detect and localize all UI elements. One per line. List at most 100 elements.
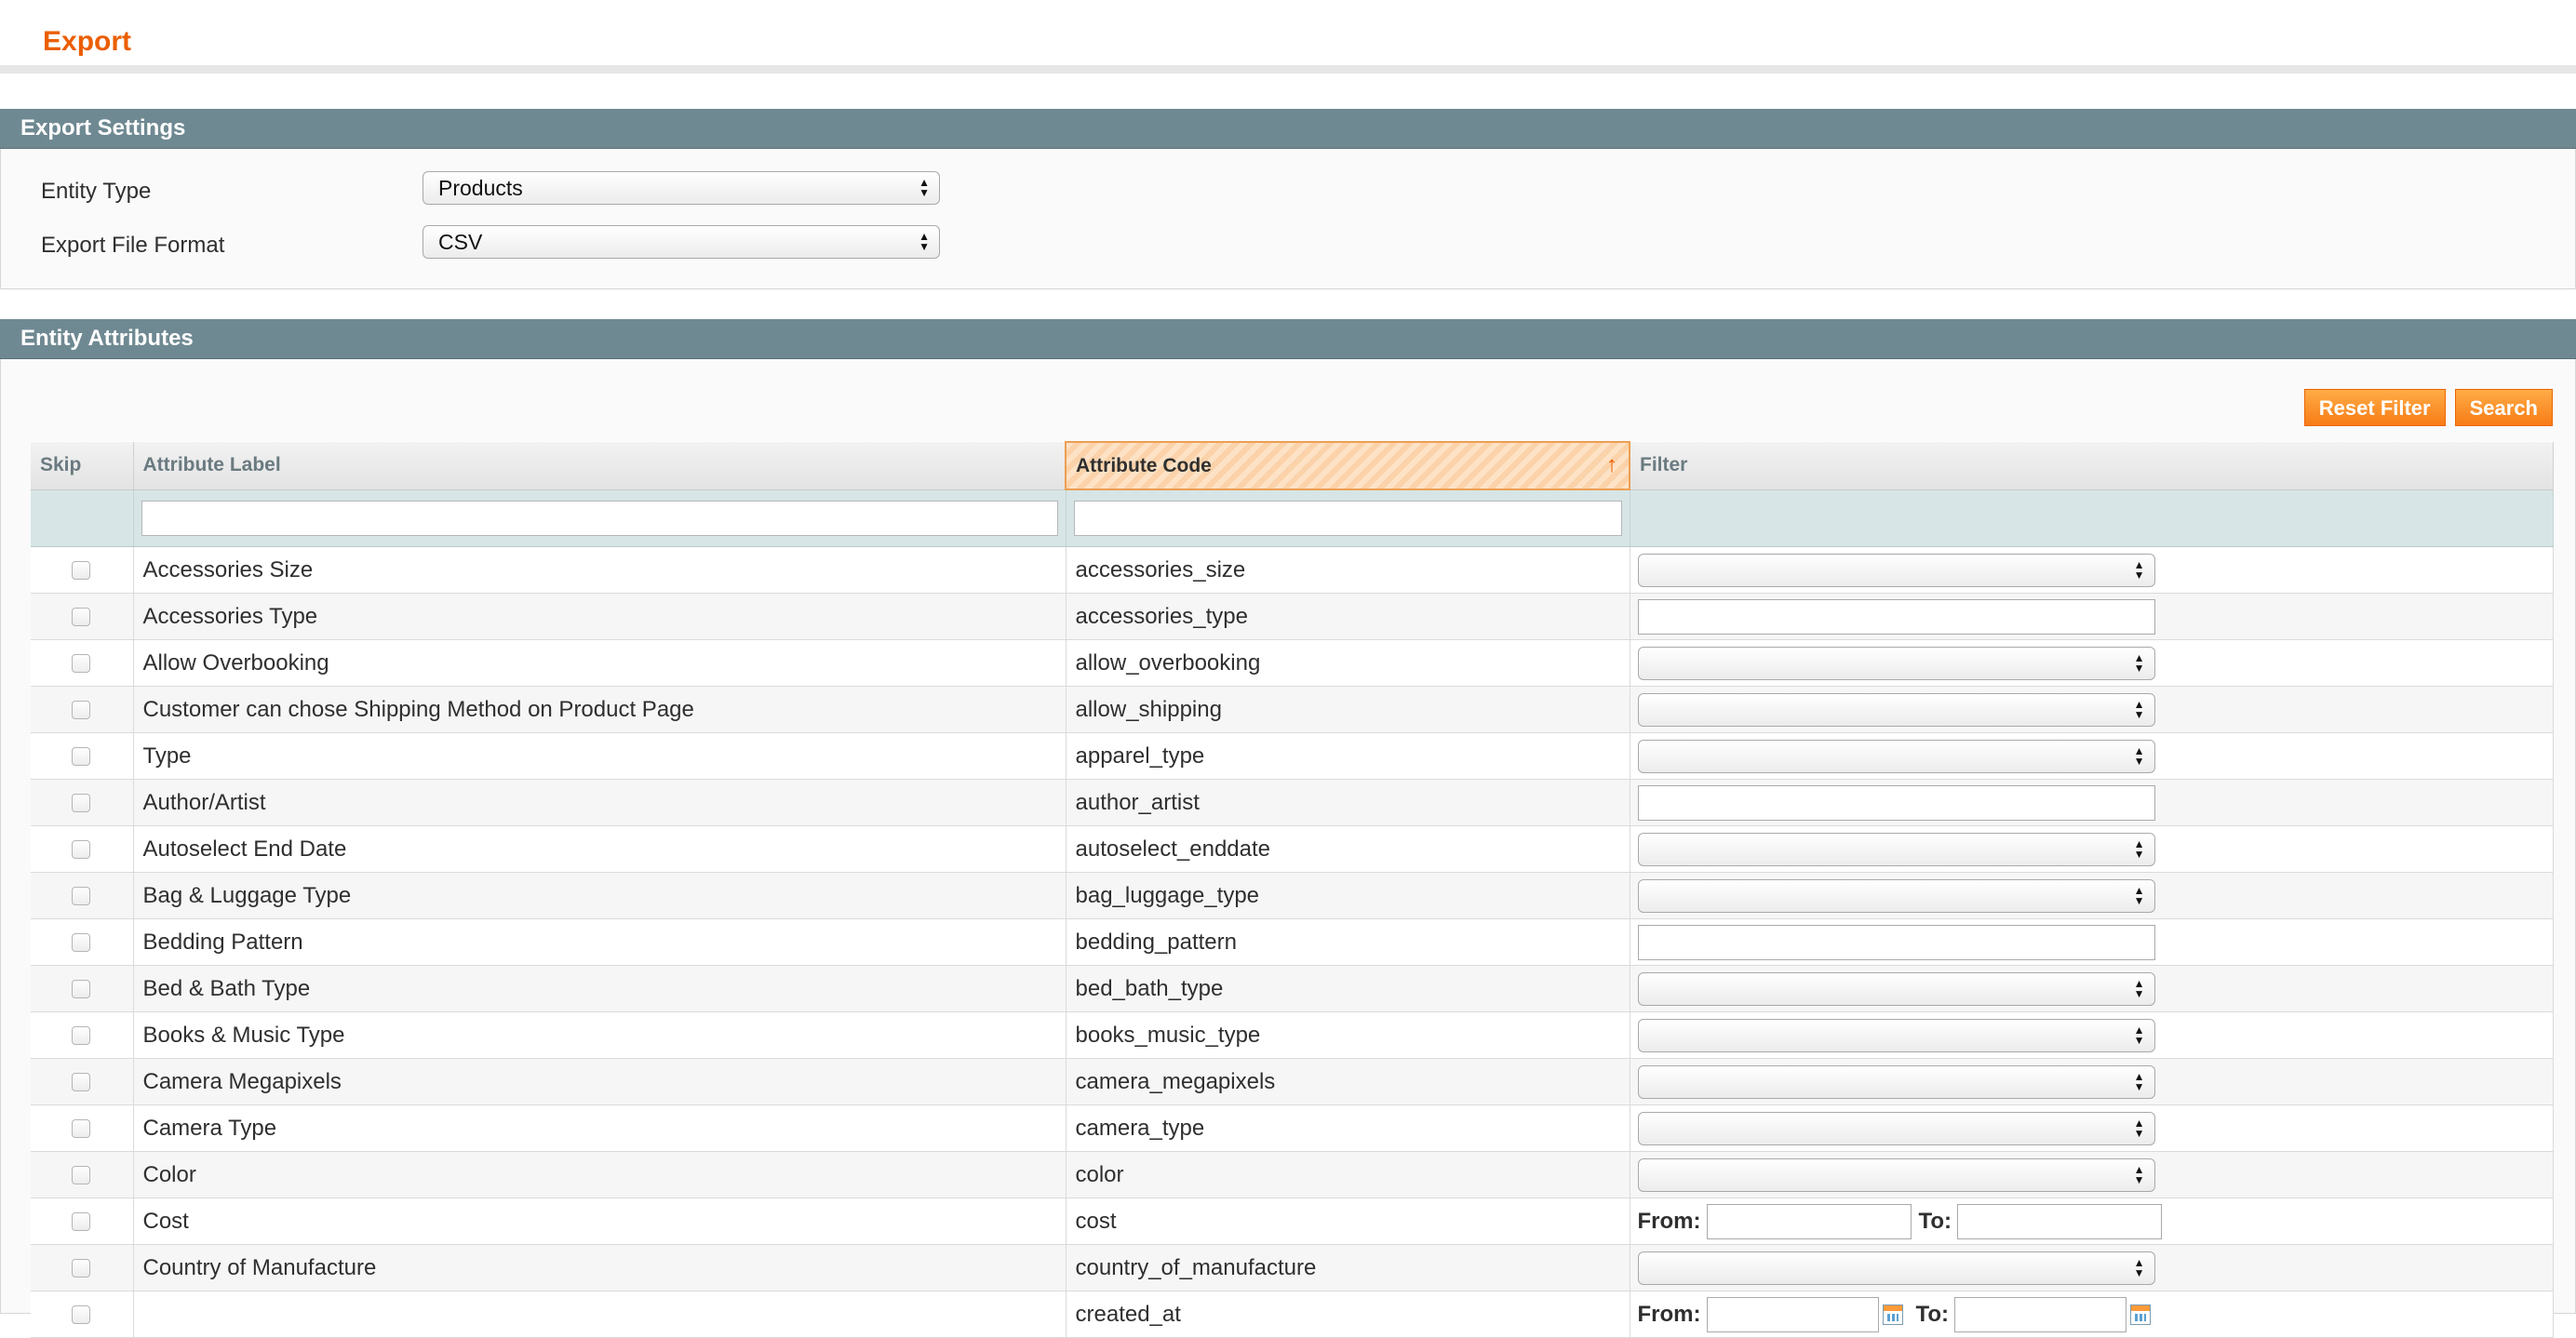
attribute-label-cell: Country of Manufacture <box>133 1244 1067 1291</box>
range-to-label: To: <box>1915 1301 1950 1327</box>
attribute-label-cell: Color <box>133 1151 1067 1198</box>
export-page: Export Export Settings Entity Type Produ… <box>0 0 2576 1338</box>
filter-select[interactable]: ▲ ▼ <box>1637 739 2155 773</box>
filter-select[interactable]: ▲ ▼ <box>1637 971 2155 1006</box>
entity-attributes-panel: Reset Filter Search Skip Attribute Label … <box>0 359 2576 1338</box>
filter-select[interactable]: ▲ ▼ <box>1637 1064 2155 1099</box>
filter-cell: ▲ ▼ <box>1630 965 2554 1012</box>
filter-cell: ▲ ▼ <box>1630 639 2554 687</box>
skip-checkbox[interactable] <box>72 1165 91 1184</box>
filter-cell: ▲ ▼ <box>1630 686 2554 733</box>
skip-cell <box>31 1291 134 1338</box>
select-arrows-icon: ▲ ▼ <box>2133 1116 2145 1140</box>
skip-checkbox[interactable] <box>72 979 91 998</box>
table-row: created_at From: To: <box>31 1291 2554 1338</box>
range-from-label: From: <box>1637 1208 1701 1234</box>
attribute-code-cell: autoselect_enddate <box>1066 825 1630 873</box>
skip-checkbox[interactable] <box>72 1025 91 1045</box>
skip-checkbox[interactable] <box>72 700 91 719</box>
search-button[interactable]: Search <box>2454 389 2553 426</box>
table-row: Camera Type camera_type ▲ ▼ <box>31 1104 2554 1152</box>
filter-select[interactable]: ▲ ▼ <box>1637 1111 2155 1145</box>
skip-cell <box>31 546 134 594</box>
filter-cell: ▲ ▼ <box>1630 732 2554 780</box>
filter-text-input[interactable] <box>1637 598 2155 635</box>
skip-checkbox[interactable] <box>72 1072 91 1091</box>
filter-select[interactable]: ▲ ▼ <box>1637 646 2155 680</box>
col-attribute-code-text: Attribute Code <box>1076 454 1212 476</box>
filter-cell: From: To: <box>1630 1198 2554 1245</box>
attribute-code-filter-input[interactable] <box>1073 501 1622 536</box>
skip-cell <box>31 1058 134 1105</box>
attribute-label-filter-input[interactable] <box>141 500 1058 536</box>
select-arrows-icon: ▲ ▼ <box>2133 976 2145 1000</box>
calendar-icon[interactable] <box>1882 1304 1903 1325</box>
attribute-code-cell: bag_luggage_type <box>1066 872 1630 919</box>
grid-filter-row <box>31 489 2554 547</box>
filter-cell-label <box>133 489 1067 547</box>
skip-cell <box>31 1244 134 1291</box>
skip-cell <box>31 686 134 733</box>
col-attribute-label-header[interactable]: Attribute Label <box>133 442 1067 490</box>
filter-select[interactable]: ▲ ▼ <box>1637 1157 2155 1192</box>
attribute-label-cell: Author/Artist <box>133 779 1067 826</box>
filter-cell: ▲ ▼ <box>1630 872 2554 919</box>
skip-checkbox[interactable] <box>72 746 91 766</box>
filter-select[interactable]: ▲ ▼ <box>1637 832 2155 866</box>
attribute-code-cell: camera_megapixels <box>1066 1058 1630 1105</box>
skip-checkbox[interactable] <box>72 607 91 626</box>
filter-cell: ▲ ▼ <box>1630 1151 2554 1198</box>
col-filter-header: Filter <box>1630 442 2554 490</box>
skip-cell <box>31 1151 134 1198</box>
range-from-input[interactable] <box>1706 1203 1912 1239</box>
filter-cell <box>1630 779 2554 826</box>
skip-checkbox[interactable] <box>72 932 91 952</box>
date-from-input[interactable] <box>1706 1296 1879 1332</box>
attribute-code-cell: cost <box>1066 1198 1630 1245</box>
table-row: Customer can chose Shipping Method on Pr… <box>31 686 2554 733</box>
skip-checkbox[interactable] <box>72 886 91 905</box>
select-arrows-icon: ▲ ▼ <box>2133 883 2145 907</box>
filter-select[interactable]: ▲ ▼ <box>1637 553 2155 587</box>
filter-text-input[interactable] <box>1637 924 2155 960</box>
filter-select[interactable]: ▲ ▼ <box>1637 692 2155 727</box>
col-attribute-label-text: Attribute Label <box>142 454 281 476</box>
attribute-label-cell: Autoselect End Date <box>133 825 1067 873</box>
skip-checkbox[interactable] <box>72 793 91 812</box>
skip-cell <box>31 965 134 1012</box>
skip-cell <box>31 779 134 826</box>
entity-type-select[interactable]: Products ▲ ▼ <box>423 171 940 205</box>
reset-filter-button[interactable]: Reset Filter <box>2303 389 2446 426</box>
skip-checkbox[interactable] <box>72 1258 91 1278</box>
table-row: Books & Music Type books_music_type ▲ ▼ <box>31 1011 2554 1059</box>
skip-checkbox[interactable] <box>72 1118 91 1138</box>
skip-checkbox[interactable] <box>72 560 91 580</box>
file-format-value: CSV <box>438 230 483 254</box>
skip-checkbox[interactable] <box>72 1211 91 1231</box>
col-attribute-code-header[interactable]: Attribute Code ↑ <box>1065 441 1630 490</box>
filter-range: From: To: <box>1637 1203 2552 1239</box>
attribute-label-cell: Allow Overbooking <box>133 639 1067 687</box>
range-to-input[interactable] <box>1957 1203 2163 1239</box>
filter-select[interactable]: ▲ ▼ <box>1637 1251 2155 1285</box>
filter-cell: ▲ ▼ <box>1630 1058 2554 1105</box>
filter-text-input[interactable] <box>1637 784 2155 821</box>
table-row: Country of Manufacture country_of_manufac… <box>31 1244 2554 1291</box>
table-row: Cost cost From: To: <box>31 1198 2554 1245</box>
select-arrows-icon: ▲ ▼ <box>919 230 930 253</box>
grid-body: Accessories Size accessories_size ▲ ▼ Access… <box>31 546 2554 1338</box>
file-format-select[interactable]: CSV ▲ ▼ <box>423 225 940 259</box>
table-row: Color color ▲ ▼ <box>31 1151 2554 1198</box>
filter-select[interactable]: ▲ ▼ <box>1637 1018 2155 1052</box>
calendar-icon[interactable] <box>2130 1304 2152 1325</box>
select-arrows-icon: ▲ ▼ <box>919 176 930 199</box>
table-row: Bedding Pattern bedding_pattern <box>31 918 2554 966</box>
select-arrows-icon: ▲ ▼ <box>2133 836 2145 861</box>
skip-checkbox[interactable] <box>72 653 91 673</box>
date-to-input[interactable] <box>1954 1296 2127 1332</box>
skip-checkbox[interactable] <box>72 839 91 859</box>
entity-type-value: Products <box>438 176 523 200</box>
col-skip-header: Skip <box>31 442 134 490</box>
filter-date-range: From: To: <box>1638 1296 2552 1332</box>
filter-select[interactable]: ▲ ▼ <box>1637 878 2155 913</box>
